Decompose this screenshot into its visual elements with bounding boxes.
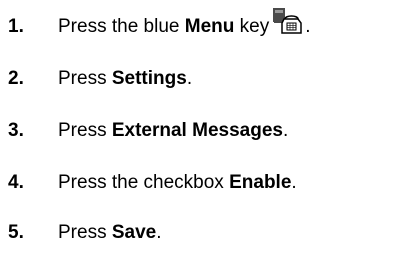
step-text: Press the blue Menu key xyxy=(58,12,269,42)
step-2: 2. Press Settings. xyxy=(8,64,192,94)
step-text: Press Settings. xyxy=(58,64,192,94)
step-text-bold: Menu xyxy=(184,16,235,37)
step-text-bold: Settings xyxy=(111,68,187,89)
step-text: Press Save. xyxy=(58,218,162,248)
step-text: Press the checkbox Enable. xyxy=(58,168,297,198)
step-text-post: . xyxy=(156,222,162,243)
menu-key-phone-icon xyxy=(271,6,305,36)
step-text: Press External Messages. xyxy=(58,116,288,146)
step-text-pre: Press xyxy=(58,222,112,243)
step-text-post: key xyxy=(234,16,270,37)
step-text-post: . xyxy=(291,172,297,193)
step-text-bold: Enable xyxy=(229,172,292,193)
step-text-bold: External Messages xyxy=(111,120,283,141)
step-number: 2. xyxy=(8,68,24,89)
step-number: 3. xyxy=(8,120,24,141)
step-1: 1. Press the blue Menu key . xyxy=(8,8,311,42)
step-text-pre: Press the checkbox xyxy=(58,172,230,193)
step-number: 4. xyxy=(8,172,24,193)
step-text-pre: Press xyxy=(58,120,112,141)
step-text-pre: Press the blue xyxy=(58,16,185,37)
step-number: 5. xyxy=(8,222,24,243)
step-text-bold: Save xyxy=(111,222,157,243)
step-text-post: . xyxy=(282,120,289,141)
step-5: 5. Press Save. xyxy=(8,218,162,248)
step-number: 1. xyxy=(8,16,24,37)
step-4: 4. Press the checkbox Enable. xyxy=(8,168,297,198)
step-text-pre: Press xyxy=(58,68,112,89)
step-3: 3. Press External Messages. xyxy=(8,116,288,146)
step-text-end: . xyxy=(305,16,311,37)
instruction-steps: 1. Press the blue Menu key . 2. Press Se… xyxy=(0,0,411,257)
step-text-post: . xyxy=(186,68,193,89)
